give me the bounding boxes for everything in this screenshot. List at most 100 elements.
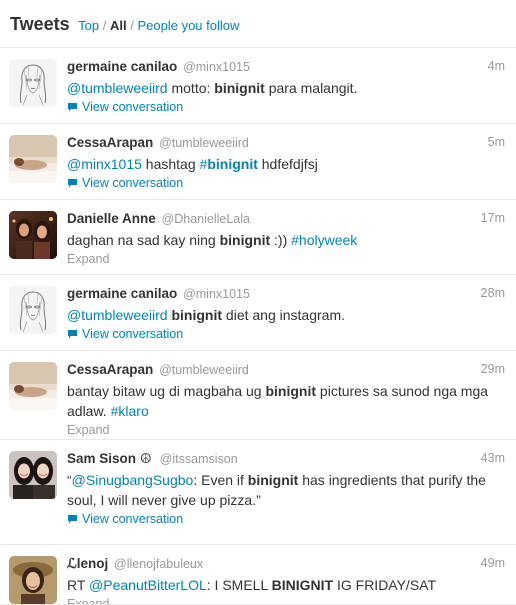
avatar[interactable] [9, 211, 57, 259]
tweet-item[interactable]: germaine canilao @minx1015 28m @tumbleweei… [0, 275, 516, 351]
search-term-highlight: binignit [265, 383, 317, 399]
action-label: Expand [67, 597, 110, 605]
mention-link[interactable]: @SinugbangSugbo [72, 472, 194, 488]
avatar[interactable] [9, 362, 57, 410]
tweet-text-segment: hdfefdjfsj [257, 156, 318, 172]
view-conversation-link[interactable]: View conversation [67, 98, 504, 117]
author-name[interactable]: Sam Sison [67, 451, 136, 466]
view-conversation-link[interactable]: View conversation [67, 510, 504, 529]
tweet-timestamp[interactable]: 5m [488, 135, 505, 149]
avatar[interactable] [9, 135, 57, 183]
tweet-filters: Top / All / People you follow [78, 18, 239, 33]
author-name[interactable]: Danielle Anne [67, 211, 156, 226]
speech-bubble-icon [67, 511, 78, 529]
speech-bubble-icon [67, 99, 78, 117]
search-term-highlight: binignit [247, 472, 299, 488]
avatar[interactable] [9, 286, 57, 334]
tweet-item[interactable]: CessaArapan @tumbleweeiird 5m @minx1015 ha… [0, 124, 516, 200]
search-term-highlight: binignit [219, 232, 271, 248]
author-name[interactable]: ℒlenoj [67, 556, 108, 571]
hashtag-link[interactable]: #holyweek [291, 232, 357, 248]
page-title: Tweets [10, 14, 70, 34]
action-label: View conversation [82, 100, 184, 114]
tweet-author-line: Sam Sison ☮ @itssamsison [67, 450, 504, 468]
tweet-item[interactable]: germaine canilao @minx1015 4m @tumbleweeii… [0, 48, 516, 124]
tweet-text-segment: : Even if [193, 472, 248, 488]
action-label: Expand [67, 423, 110, 437]
tweet-author-line: germaine canilao @minx1015 [67, 58, 504, 76]
tweet-timestamp[interactable]: 29m [481, 362, 505, 376]
tweet-timestamp[interactable]: 4m [488, 59, 505, 73]
filter-separator: / [102, 18, 107, 33]
tweet-text: RT @PeanutBitterLOL: I SMELL BINIGNIT IG… [67, 575, 504, 595]
mention-link[interactable]: @PeanutBitterLOL [89, 577, 207, 593]
avatar[interactable] [9, 59, 57, 107]
tweet-author-line: ℒlenoj @llenojfabuleux [67, 555, 504, 573]
filter-top-link[interactable]: Top [78, 18, 99, 33]
tweet-item[interactable]: ℒlenoj @llenojfabuleux 49m RT @PeanutBitte… [0, 545, 516, 605]
tweet-text: “@SinugbangSugbo: Even if binignit has i… [67, 470, 504, 510]
filter-all-active[interactable]: All [110, 18, 127, 33]
tweet-author-line: CessaArapan @tumbleweeiird [67, 361, 504, 379]
author-handle[interactable]: @tumbleweeiird [159, 363, 249, 377]
tweet-timestamp[interactable]: 28m [481, 286, 505, 300]
author-name[interactable]: CessaArapan [67, 362, 153, 377]
avatar[interactable] [9, 451, 57, 499]
tweet-author-line: Danielle Anne @DhanielleLala [67, 210, 504, 228]
tweet-author-line: CessaArapan @tumbleweeiird [67, 134, 504, 152]
author-handle[interactable]: @llenojfabuleux [114, 557, 203, 571]
search-term-highlight: binignit [214, 80, 265, 96]
author-handle[interactable]: @DhanielleLala [162, 212, 250, 226]
tweet-text-segment: diet ang instagram. [222, 307, 345, 323]
filter-people-you-follow-link[interactable]: People you follow [137, 18, 239, 33]
action-label: View conversation [82, 176, 184, 190]
tweet-timestamp[interactable]: 49m [481, 556, 505, 570]
hashtag-link[interactable]: #klaro [111, 403, 149, 419]
tweet-item[interactable]: Danielle Anne @DhanielleLala 17m daghan na… [0, 200, 516, 275]
peace-sign-icon: ☮ [139, 451, 152, 466]
tweet-text-segment: daghan na sad kay ning [67, 232, 220, 248]
expand-link[interactable]: Expand [67, 595, 504, 605]
tweet-text: @tumbleweeiird motto: binignit para mala… [67, 78, 504, 98]
tweet-text-segment: RT [67, 577, 90, 593]
author-handle[interactable]: @itssamsison [160, 452, 238, 466]
speech-bubble-icon [67, 326, 78, 344]
tweet-text: @minx1015 hashtag #binignit hdfefdjfsj [67, 154, 504, 174]
view-conversation-link[interactable]: View conversation [67, 325, 504, 344]
tweet-text-segment: :)) [270, 232, 292, 248]
expand-link[interactable]: Expand [67, 250, 504, 268]
expand-link[interactable]: Expand [67, 421, 504, 439]
author-name[interactable]: germaine canilao [67, 59, 177, 74]
tweet-text-segment: para malangit. [264, 80, 358, 96]
hashtag-link[interactable]: binignit [207, 156, 258, 172]
avatar[interactable] [9, 556, 57, 604]
tweet-text: bantay bitaw ug di magbaha ug binignit p… [67, 381, 504, 421]
tweet-author-line: germaine canilao @minx1015 [67, 285, 504, 303]
tweets-header: Tweets Top / All / People you follow [0, 0, 516, 48]
tweet-item[interactable]: Sam Sison ☮ @itssamsison 43m “@SinugbangSu… [0, 440, 516, 545]
author-handle[interactable]: @tumbleweeiird [159, 136, 249, 150]
speech-bubble-icon [67, 175, 78, 193]
action-label: View conversation [82, 512, 184, 526]
view-conversation-link[interactable]: View conversation [67, 174, 504, 193]
author-handle[interactable]: @minx1015 [183, 60, 250, 74]
author-name[interactable]: CessaArapan [67, 135, 153, 150]
tweet-item[interactable]: CessaArapan @tumbleweeiird 29m bantay bita… [0, 351, 516, 440]
tweet-stream: germaine canilao @minx1015 4m @tumbleweeii… [0, 48, 516, 605]
action-label: Expand [67, 252, 110, 266]
author-name[interactable]: germaine canilao [67, 286, 177, 301]
filter-separator: / [130, 18, 134, 33]
tweet-timestamp[interactable]: 17m [481, 211, 505, 225]
tweet-timestamp[interactable]: 43m [481, 451, 505, 465]
tweet-text: daghan na sad kay ning binignit :)) #hol… [67, 230, 504, 250]
tweet-text-segment: IG FRIDAY/SAT [333, 577, 437, 593]
search-term-highlight: BINIGNIT [271, 577, 334, 593]
author-handle[interactable]: @minx1015 [183, 287, 250, 301]
tweet-text-segment: motto: [167, 80, 215, 96]
mention-link[interactable]: @tumbleweeiird [67, 307, 168, 323]
tweet-text-segment: hashtag [141, 156, 200, 172]
search-term-highlight: binignit [171, 307, 223, 323]
mention-link[interactable]: @tumbleweeiird [67, 80, 168, 96]
tweet-text: @tumbleweeiird binignit diet ang instagr… [67, 305, 504, 325]
mention-link[interactable]: @minx1015 [67, 156, 142, 172]
